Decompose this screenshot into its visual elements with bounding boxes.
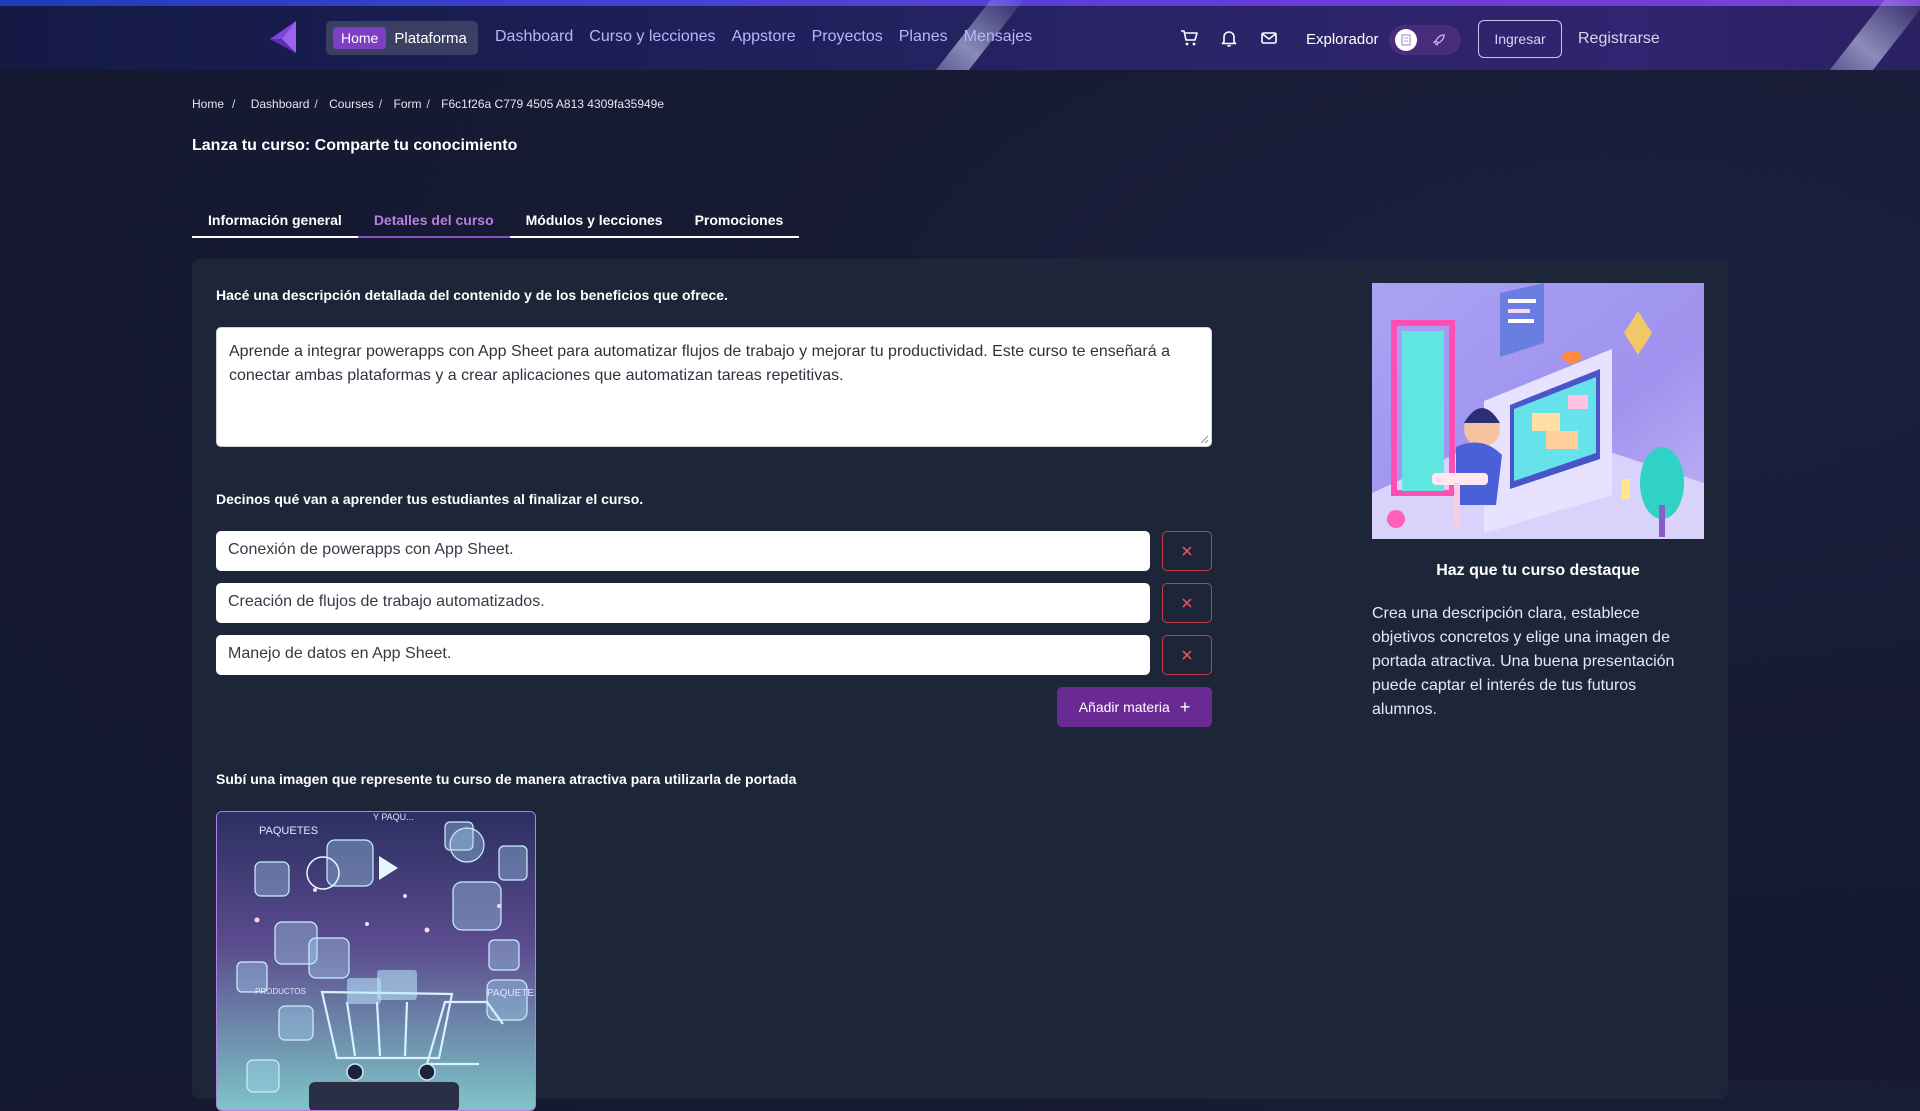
top-navbar: Home Plataforma Dashboard Curso y leccio… — [0, 0, 1920, 70]
course-tabs: Información general Detalles del curso M… — [192, 204, 800, 238]
cover-text: Y PAQU... — [373, 812, 414, 822]
building-icon — [1401, 34, 1411, 46]
workspace-illustration — [1372, 283, 1704, 539]
cart-icon[interactable] — [1180, 29, 1198, 47]
close-icon — [1182, 546, 1192, 556]
breadcrumb-current: F6c1f26a C779 4505 A813 4309fa35949e — [441, 97, 665, 111]
remove-objective-button[interactable] — [1162, 531, 1212, 571]
home-platform-pill[interactable]: Home Plataforma — [326, 21, 478, 55]
logo-icon[interactable] — [266, 19, 302, 55]
side-title: Haz que tu curso destaque — [1436, 562, 1640, 579]
resize-handle-icon[interactable] — [1199, 434, 1209, 444]
decorative-light-streak — [1804, 0, 1920, 70]
tab-course-details[interactable]: Detalles del curso — [357, 204, 510, 238]
nav-link-dashboard[interactable]: Dashboard — [495, 28, 573, 46]
description-value: Aprende a integrar powerapps con App She… — [229, 343, 1170, 384]
side-description: Crea una descripción clara, establece ob… — [1372, 605, 1675, 718]
breadcrumb-home[interactable]: Home — [192, 97, 224, 111]
close-icon — [1182, 650, 1192, 660]
breadcrumb-form[interactable]: Form — [393, 97, 421, 111]
breadcrumb-dashboard[interactable]: Dashboard — [251, 97, 310, 111]
mail-icon[interactable] — [1260, 29, 1278, 47]
objective-row: Creación de flujos de trabajo automatiza… — [216, 583, 1212, 623]
objective-row: Manejo de datos en App Sheet. — [216, 635, 1212, 675]
breadcrumb-sep: / — [232, 97, 236, 111]
top-glow-line — [0, 0, 1920, 6]
nav-link-courses[interactable]: Curso y lecciones — [589, 28, 715, 46]
description-label: Hacé una descripción detallada del conte… — [216, 287, 728, 303]
home-badge[interactable]: Home — [333, 27, 387, 49]
rocket-icon — [1432, 34, 1445, 47]
breadcrumb-sep: / — [314, 97, 318, 111]
tab-general-info[interactable]: Información general — [192, 204, 358, 238]
breadcrumb-sep: / — [378, 97, 383, 111]
description-textarea[interactable]: Aprende a integrar powerapps con App She… — [216, 327, 1212, 447]
nav-link-projects[interactable]: Proyectos — [812, 28, 883, 46]
objective-input-2[interactable]: Creación de flujos de trabajo automatiza… — [216, 583, 1150, 623]
page-title: Lanza tu curso: Comparte tu conocimiento — [192, 137, 518, 154]
register-link[interactable]: Registrarse — [1578, 30, 1660, 48]
cover-text: PAQUETES — [259, 825, 318, 837]
objective-row: Conexión de powerapps con App Sheet. — [216, 531, 1212, 571]
breadcrumb: Home / Dashboard / Courses / Form / F6c1f26a… — [192, 97, 664, 111]
breadcrumb-sep: / — [426, 97, 430, 111]
nav-link-plans[interactable]: Planes — [899, 28, 948, 46]
objective-input-1[interactable]: Conexión de powerapps con App Sheet. — [216, 531, 1150, 571]
login-button[interactable]: Ingresar — [1478, 20, 1562, 58]
bell-icon[interactable] — [1220, 29, 1238, 47]
add-subject-label: Añadir materia — [1078, 699, 1170, 715]
side-illustration — [1372, 283, 1704, 539]
remove-objective-button[interactable] — [1162, 635, 1212, 675]
platform-link[interactable]: Plataforma — [394, 30, 467, 47]
plus-icon: + — [1179, 697, 1191, 717]
add-subject-button[interactable]: Añadir materia + — [1057, 687, 1212, 727]
toggle-knob — [1395, 29, 1417, 51]
nav-link-messages[interactable]: Mensajes — [964, 28, 1032, 46]
cover-text: PRODUCTOS — [255, 987, 306, 996]
nav-link-appstore[interactable]: Appstore — [732, 28, 796, 46]
tab-promotions[interactable]: Promociones — [678, 204, 800, 238]
remove-objective-button[interactable] — [1162, 583, 1212, 623]
tab-modules-lessons[interactable]: Módulos y lecciones — [509, 204, 679, 238]
breadcrumb-courses[interactable]: Courses — [329, 97, 374, 111]
cover-text: PAQUETES — [487, 988, 536, 999]
close-icon — [1182, 598, 1192, 608]
course-details-card: Hacé una descripción detallada del conte… — [192, 259, 1728, 1111]
main-nav: Dashboard Curso y lecciones Appstore Pro… — [495, 28, 1048, 46]
cover-image-illustration: PAQUETES Y PAQU... PRODUCTOS PAQUETES — [217, 812, 536, 1110]
objective-input-3[interactable]: Manejo de datos en App Sheet. — [216, 635, 1150, 675]
explorer-label: Explorador — [1306, 31, 1379, 48]
cover-image-label: Subí una imagen que represente tu curso … — [216, 771, 797, 787]
mode-toggle[interactable] — [1389, 25, 1461, 55]
cover-image-upload[interactable]: PAQUETES Y PAQU... PRODUCTOS PAQUETES — [216, 811, 536, 1111]
objectives-label: Decinos qué van a aprender tus estudiant… — [216, 491, 644, 507]
